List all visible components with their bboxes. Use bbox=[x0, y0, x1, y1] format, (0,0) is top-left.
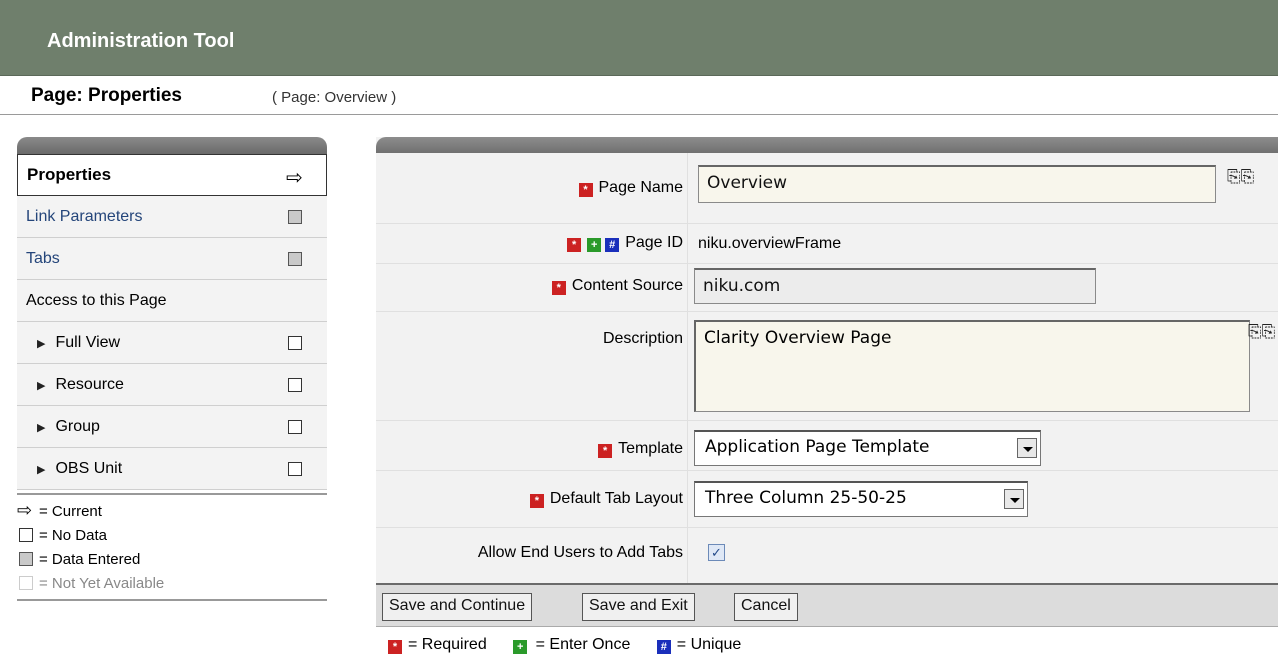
data-entered-icon bbox=[288, 252, 302, 266]
app-header: Administration Tool bbox=[0, 0, 1278, 76]
save-and-exit-button[interactable]: Save and Exit bbox=[582, 593, 695, 621]
row-template: * Template Application Page Template bbox=[376, 421, 1278, 471]
nav-item-label: Group bbox=[55, 418, 100, 435]
content-source-label: * Content Source bbox=[551, 277, 683, 295]
save-and-continue-button[interactable]: Save and Continue bbox=[382, 593, 533, 621]
translate-icon[interactable]: ⎘⎘ bbox=[1248, 322, 1275, 342]
enter-once-icon: + bbox=[513, 640, 528, 654]
expand-triangle-icon: ▶ bbox=[37, 380, 46, 392]
legend-current: ⇨ = Current bbox=[17, 500, 102, 520]
enter-once-icon: + bbox=[587, 238, 602, 252]
translate-icon[interactable]: ⎘⎘ bbox=[1227, 167, 1254, 187]
unique-icon: # bbox=[605, 238, 620, 252]
key-unique: # = Unique bbox=[656, 636, 741, 654]
no-data-icon bbox=[288, 336, 302, 350]
required-icon: * bbox=[388, 640, 402, 654]
description-label: Description bbox=[602, 330, 683, 347]
content-source-input[interactable]: niku.com bbox=[694, 268, 1096, 304]
nav-item-label: Tabs bbox=[26, 250, 60, 267]
legend-data-entered: = Data Entered bbox=[17, 549, 327, 573]
nav-section-access: Access to this Page bbox=[17, 280, 327, 322]
chevron-down-icon[interactable] bbox=[1004, 489, 1024, 509]
required-icon: * bbox=[567, 238, 582, 252]
page-id-value: niku.overviewFrame bbox=[698, 235, 842, 252]
nav-item-label: Full View bbox=[55, 334, 121, 351]
nav-item-obs-unit[interactable]: ▶ OBS Unit bbox=[17, 448, 327, 490]
page-subtitle: ( Page: Overview ) bbox=[272, 89, 397, 106]
row-page-id: * + # Page ID niku.overviewFrame bbox=[376, 224, 1278, 264]
row-page-name: * Page Name Overview ⎘⎘ bbox=[376, 153, 1278, 224]
legend-not-available: = Not Yet Available bbox=[17, 573, 327, 597]
legend-no-data: = No Data bbox=[17, 525, 327, 549]
panel-cap bbox=[376, 137, 1278, 153]
row-description: Description Clarity Overview Page ⎘⎘ bbox=[376, 312, 1278, 421]
required-icon: * bbox=[578, 183, 593, 197]
nav-item-properties[interactable]: Properties ⇨ bbox=[17, 154, 327, 196]
chevron-down-icon[interactable] bbox=[1017, 438, 1037, 458]
expand-triangle-icon: ▶ bbox=[37, 464, 46, 476]
page-title: Page: Properties bbox=[31, 85, 182, 106]
nav-item-link-parameters[interactable]: Link Parameters bbox=[17, 196, 327, 238]
page-name-input[interactable]: Overview bbox=[698, 165, 1216, 203]
allow-add-tabs-checkbox[interactable]: ✓ bbox=[708, 544, 725, 561]
app-title: Administration Tool bbox=[47, 30, 235, 52]
nav-item-group[interactable]: ▶ Group bbox=[17, 406, 327, 448]
nav-legend: ⇨ = Current = No Data = Data Entered = N… bbox=[17, 493, 327, 601]
key-required: * = Required bbox=[388, 636, 487, 654]
template-label: * Template bbox=[598, 440, 683, 458]
default-tab-layout-select[interactable]: Three Column 25-50-25 bbox=[694, 481, 1028, 517]
row-content-source: * Content Source niku.com bbox=[376, 264, 1278, 312]
allow-add-tabs-label: Allow End Users to Add Tabs bbox=[477, 544, 683, 561]
key-enter-once: + = Enter Once bbox=[513, 636, 630, 654]
data-entered-icon bbox=[19, 552, 33, 566]
nav-cap bbox=[17, 137, 327, 154]
nav-item-tabs[interactable]: Tabs bbox=[17, 238, 327, 280]
no-data-icon bbox=[288, 420, 302, 434]
default-tab-layout-label: * Default Tab Layout bbox=[529, 490, 683, 508]
template-select[interactable]: Application Page Template bbox=[694, 430, 1041, 466]
nav-item-label: OBS Unit bbox=[55, 460, 123, 477]
nav-item-full-view[interactable]: ▶ Full View bbox=[17, 322, 327, 364]
required-icon: * bbox=[529, 494, 544, 508]
properties-form: * Page Name Overview ⎘⎘ * + # Page ID niku.o… bbox=[376, 137, 1278, 587]
row-allow-add-tabs: Allow End Users to Add Tabs ✓ bbox=[376, 528, 1278, 576]
page-id-label: * + # Page ID bbox=[567, 234, 683, 252]
nav-item-label: Properties bbox=[27, 165, 112, 184]
nav-section-label: Access to this Page bbox=[26, 292, 167, 309]
expand-triangle-icon: ▶ bbox=[37, 338, 46, 350]
expand-triangle-icon: ▶ bbox=[37, 422, 46, 434]
cancel-button[interactable]: Cancel bbox=[734, 593, 798, 621]
no-data-icon bbox=[288, 378, 302, 392]
field-key: * = Required + = Enter Once # = Unique bbox=[388, 636, 763, 654]
nav-item-label: Resource bbox=[55, 376, 124, 393]
current-arrow-icon: ⇨ bbox=[286, 167, 303, 189]
no-data-icon bbox=[288, 462, 302, 476]
nav-item-resource[interactable]: ▶ Resource bbox=[17, 364, 327, 406]
nav-item-label: Link Parameters bbox=[26, 208, 143, 225]
page-name-label: * Page Name bbox=[578, 179, 683, 197]
button-bar: Save and Continue Save and Exit Cancel bbox=[376, 583, 1278, 627]
not-available-icon bbox=[19, 576, 33, 590]
required-icon: * bbox=[598, 444, 613, 458]
description-textarea[interactable]: Clarity Overview Page bbox=[694, 320, 1250, 412]
required-icon: * bbox=[551, 281, 566, 295]
current-arrow-icon: ⇨ bbox=[17, 500, 33, 520]
properties-nav: Properties ⇨ Link Parameters Tabs Access… bbox=[17, 137, 327, 490]
row-default-tab-layout: * Default Tab Layout Three Column 25-50-2… bbox=[376, 471, 1278, 528]
unique-icon: # bbox=[656, 640, 671, 654]
data-entered-icon bbox=[288, 210, 302, 224]
page-header: Page: Properties ( Page: Overview ) bbox=[0, 77, 1278, 115]
no-data-icon bbox=[19, 528, 33, 542]
